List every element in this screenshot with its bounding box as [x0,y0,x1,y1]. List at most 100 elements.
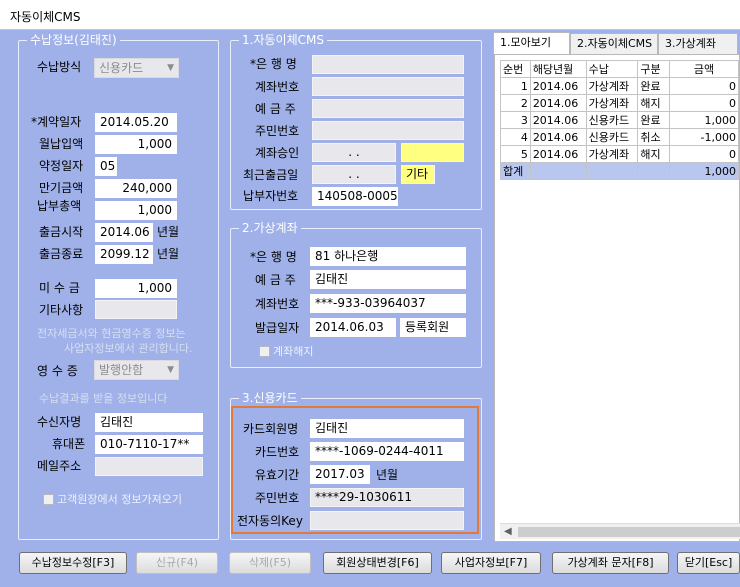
at-holder-label: 예 금 주 [255,102,296,116]
chevron-down-icon: ▼ [167,63,174,73]
edit-payment-button[interactable]: 수납정보수정[F3] [19,552,127,574]
va-holder-label: 예 금 주 [255,273,296,287]
header-amount[interactable]: 금액 [669,60,739,78]
agreed-day-label: 약정일자 [39,159,84,173]
withdraw-start-unit: 년월 [157,225,180,239]
mobile-label: 휴대폰 [52,437,86,451]
tax-note-line1: 전자세금서와 현금영수증 정보는 [37,327,186,340]
monthly-amount-field[interactable]: 1,000 [95,135,177,154]
table-row[interactable]: 1 2014.06 가상계좌 완료 0 [500,77,739,95]
recipient-label: 수신자명 [37,415,82,429]
at-approval-date[interactable]: . . [312,143,396,162]
recipient-note: 수납결과를 받을 정보입니다 [39,392,168,405]
maturity-amount-field[interactable]: 240,000 [95,179,177,198]
cc-resident-field[interactable]: ****29-1030611 [310,488,464,507]
unpaid-label: 미 수 금 [39,281,80,295]
cc-member-field[interactable]: 김태진 [310,419,464,438]
at-payer-no-field[interactable]: 140508-0005 [312,187,398,206]
total-paid-field[interactable]: 1,000 [95,201,177,220]
other-label: 기타사항 [39,303,84,317]
at-payer-no-label: 납부자번호 [243,189,299,203]
va-holder-field[interactable]: 김태진 [310,270,466,289]
at-account-field[interactable] [312,77,464,96]
withdraw-start-field[interactable]: 2014.06 [95,223,153,242]
total-amount: 1,000 [669,162,739,180]
va-issue-status[interactable]: 등록회원 [400,318,466,337]
at-holder-field[interactable] [312,99,464,118]
table-row[interactable]: 4 2014.06 신용카드 취소 -1,000 [500,128,739,146]
at-bank-field[interactable] [312,55,464,74]
cc-expiry-field[interactable]: 2017.03 [310,465,370,484]
at-approval-label: 계좌승인 [255,146,300,160]
va-cancel-checkbox[interactable] [259,346,270,357]
maturity-amount-label: 만기금액 [39,181,84,195]
va-account-label: 계좌번호 [255,297,300,311]
table-row[interactable]: 5 2014.06 가상계좌 해지 0 [500,145,739,163]
horizontal-scrollbar[interactable]: ◀ [500,523,740,539]
close-button[interactable]: 닫기[Esc] [677,552,740,574]
cc-consent-field[interactable] [310,511,464,530]
auto-transfer-title: 1.자동이체CMS [239,33,327,47]
cc-resident-label: 주민번호 [255,491,300,505]
va-bank-label: *은 행 명 [250,250,297,264]
agreed-day-field[interactable]: 05 [95,157,117,176]
at-resident-field[interactable] [312,121,464,140]
table-row[interactable]: 2 2014.06 가상계좌 해지 0 [500,94,739,112]
withdraw-end-label: 출금종료 [39,247,84,261]
import-info-checkbox[interactable] [43,494,54,505]
scroll-left-icon[interactable]: ◀ [504,524,512,540]
receipt-select[interactable]: 발행안함 ▼ [94,360,179,380]
tab-auto-transfer[interactable]: 2.자동이체CMS [570,33,658,54]
at-bank-label: *은 행 명 [250,57,297,71]
summary-table: 순번 해당년월 수납 구분 금액 1 2014.06 가상계좌 완료 0 2 2… [500,60,739,180]
business-info-button[interactable]: 사업자정보[F7] [441,552,541,574]
cms-window: 자동이체CMS 수납정보(김태진) 수납방식 신용카드 ▼ *계약일자 2014… [0,0,740,587]
payment-info-title: 수납정보(김태진) [27,33,120,47]
withdraw-end-unit: 년월 [157,247,180,261]
table-row[interactable]: 3 2014.06 신용카드 완료 1,000 [500,111,739,129]
va-issue-label: 발급일자 [255,321,300,335]
cc-expiry-unit: 년월 [376,468,399,482]
virtual-account-sms-button[interactable]: 가상계좌 문자[F8] [552,552,669,574]
scroll-thumb[interactable] [518,527,740,537]
cc-card-no-label: 카드번호 [255,445,300,459]
withdraw-end-field[interactable]: 2099.12 [95,245,153,264]
email-label: 메일주소 [37,459,82,473]
at-last-withdraw-date[interactable]: . . [312,165,396,184]
new-button[interactable]: 신규(F4) [136,552,218,574]
recipient-field[interactable]: 김태진 [95,413,203,432]
tab-virtual-account[interactable]: 3.가상계좌 [658,33,738,54]
member-status-button[interactable]: 회원상태변경[F6] [323,552,432,574]
va-issue-date[interactable]: 2014.06.03 [310,318,396,337]
chevron-down-icon: ▼ [167,365,174,375]
cc-card-no-field[interactable]: ****-1069-0244-4011 [310,442,464,461]
credit-card-title: 3.신용카드 [239,391,301,405]
total-label: 합계 [500,162,531,180]
payment-method-select[interactable]: 신용카드 ▼ [94,58,179,78]
at-last-withdraw-type[interactable]: 기타 [401,165,435,184]
va-bank-field[interactable]: 81 하나은행 [310,247,466,266]
monthly-amount-label: 월납입액 [39,137,84,151]
window-title: 자동이체CMS [10,10,81,24]
cc-member-label: 카드회원명 [243,422,299,436]
delete-button[interactable]: 삭제(F5) [229,552,311,574]
import-info-label: 고객원장에서 정보가져오기 [57,493,182,506]
title-bar: 자동이체CMS [0,0,740,30]
unpaid-field[interactable]: 1,000 [95,279,177,298]
other-field[interactable] [95,300,177,319]
summary-grid-area: 순번 해당년월 수납 구분 금액 1 2014.06 가상계좌 완료 0 2 2… [494,54,740,542]
header-seq[interactable]: 순번 [500,60,531,78]
at-approval-extra[interactable] [401,143,464,162]
va-account-field[interactable]: ***-933-03964037 [310,294,466,313]
header-type[interactable]: 구분 [637,60,671,78]
virtual-account-title: 2.가상계좌 [239,221,301,235]
header-month[interactable]: 해당년월 [529,60,587,78]
email-field[interactable] [95,457,203,476]
cc-consent-label: 전자동의Key [237,514,303,528]
withdraw-start-label: 출금시작 [39,225,84,239]
contract-date-field[interactable]: 2014.05.20 [95,113,177,132]
header-method[interactable]: 수납 [585,60,639,78]
mobile-field[interactable]: 010-7110-17** [95,435,203,454]
contract-date-label: *계약일자 [31,115,82,129]
tab-summary[interactable]: 1.모아보기 [493,32,570,54]
